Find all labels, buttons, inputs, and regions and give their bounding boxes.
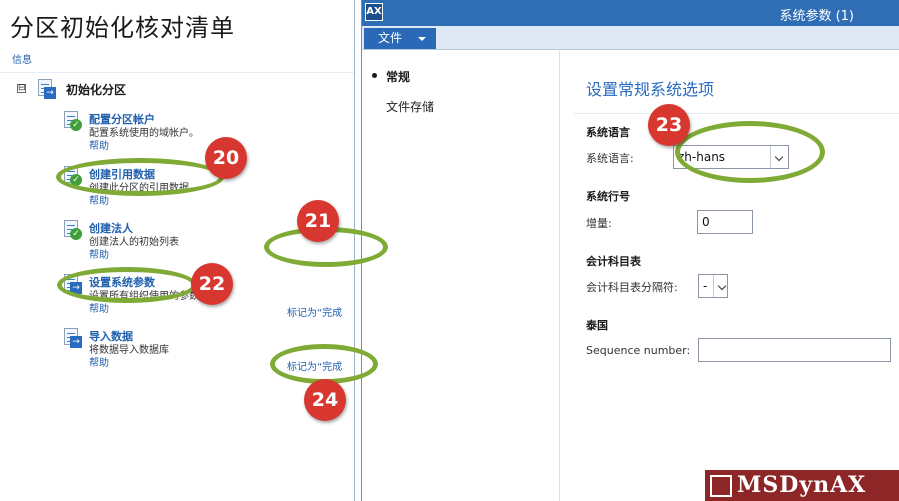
group-heading-chart-of-accounts: 会计科目表 [586, 255, 641, 268]
callout-badge: 22 [191, 263, 233, 305]
field-label-separator: 会计科目表分隔符: [586, 281, 678, 294]
group-heading-line-number: 系统行号 [586, 190, 630, 203]
chevron-down-icon [713, 275, 727, 297]
sequence-number-input[interactable] [698, 338, 891, 362]
callout-badge: 23 [648, 104, 690, 146]
checklist-arrow-icon: → [36, 79, 56, 99]
ribbon: 文件 [362, 26, 899, 50]
page-title: 分区初始化核对清单 [10, 14, 235, 42]
nav-item-label: 文件存储 [386, 100, 435, 114]
checklist-done-icon: ✓ [62, 111, 82, 131]
separator-select[interactable]: - [698, 274, 728, 298]
system-parameters-window: AX 系统参数 (1) 文件 常规 文件存储 设置常规系统选项 系统语言 系统语… [361, 0, 899, 501]
callout-badge: 21 [297, 200, 339, 242]
watermark: MSDynAX [705, 470, 899, 501]
file-menu-label: 文件 [378, 31, 403, 45]
root-node-label: 初始化分区 [66, 83, 127, 97]
callout-badge: 20 [205, 137, 247, 179]
collapse-toggle[interactable]: ⊟ [17, 84, 26, 93]
checklist-done-icon: ✓ [62, 220, 82, 240]
group-heading-language: 系统语言 [586, 126, 630, 139]
title-bar: AX 系统参数 (1) [362, 0, 899, 26]
file-menu-button[interactable]: 文件 [364, 28, 436, 49]
field-label-increment: 增量: [586, 217, 612, 230]
logo-icon [710, 475, 732, 497]
highlight-ring [56, 158, 224, 196]
chevron-down-icon [418, 37, 426, 41]
content-title: 设置常规系统选项 [586, 80, 715, 99]
highlight-ring [57, 267, 197, 303]
group-heading-thailand: 泰国 [586, 319, 608, 332]
info-link[interactable]: 信息 [12, 51, 32, 66]
selected-bullet-icon [372, 73, 377, 78]
nav-item-general[interactable]: 常规 [372, 68, 411, 85]
content-pane: 设置常规系统选项 系统语言 系统语言: zh-hans 系统行号 增量: 0 会… [561, 51, 899, 501]
watermark-text: MSDynAX [737, 472, 867, 498]
field-label-sequence-number: Sequence number: [586, 344, 691, 357]
checklist-arrow-icon: → [62, 328, 82, 348]
help-link[interactable]: 帮助 [89, 137, 109, 152]
nav-item-label: 常规 [386, 70, 411, 84]
separator-value: - [703, 279, 708, 293]
callout-badge: 24 [304, 379, 346, 421]
increment-input[interactable]: 0 [697, 210, 753, 234]
navigation-pane: 常规 文件存储 [362, 51, 560, 501]
nav-item-file-storage[interactable]: 文件存储 [386, 98, 434, 115]
help-link[interactable]: 帮助 [89, 354, 109, 369]
highlight-ring [675, 121, 825, 183]
app-icon: AX [365, 3, 383, 21]
field-label-language: 系统语言: [586, 152, 634, 165]
window-title: 系统参数 (1) [779, 9, 854, 24]
help-link[interactable]: 帮助 [89, 246, 109, 261]
help-link[interactable]: 帮助 [89, 300, 109, 315]
highlight-ring [270, 344, 378, 384]
divider [574, 113, 899, 114]
mark-complete-link[interactable]: 标记为“完成 [287, 304, 342, 319]
